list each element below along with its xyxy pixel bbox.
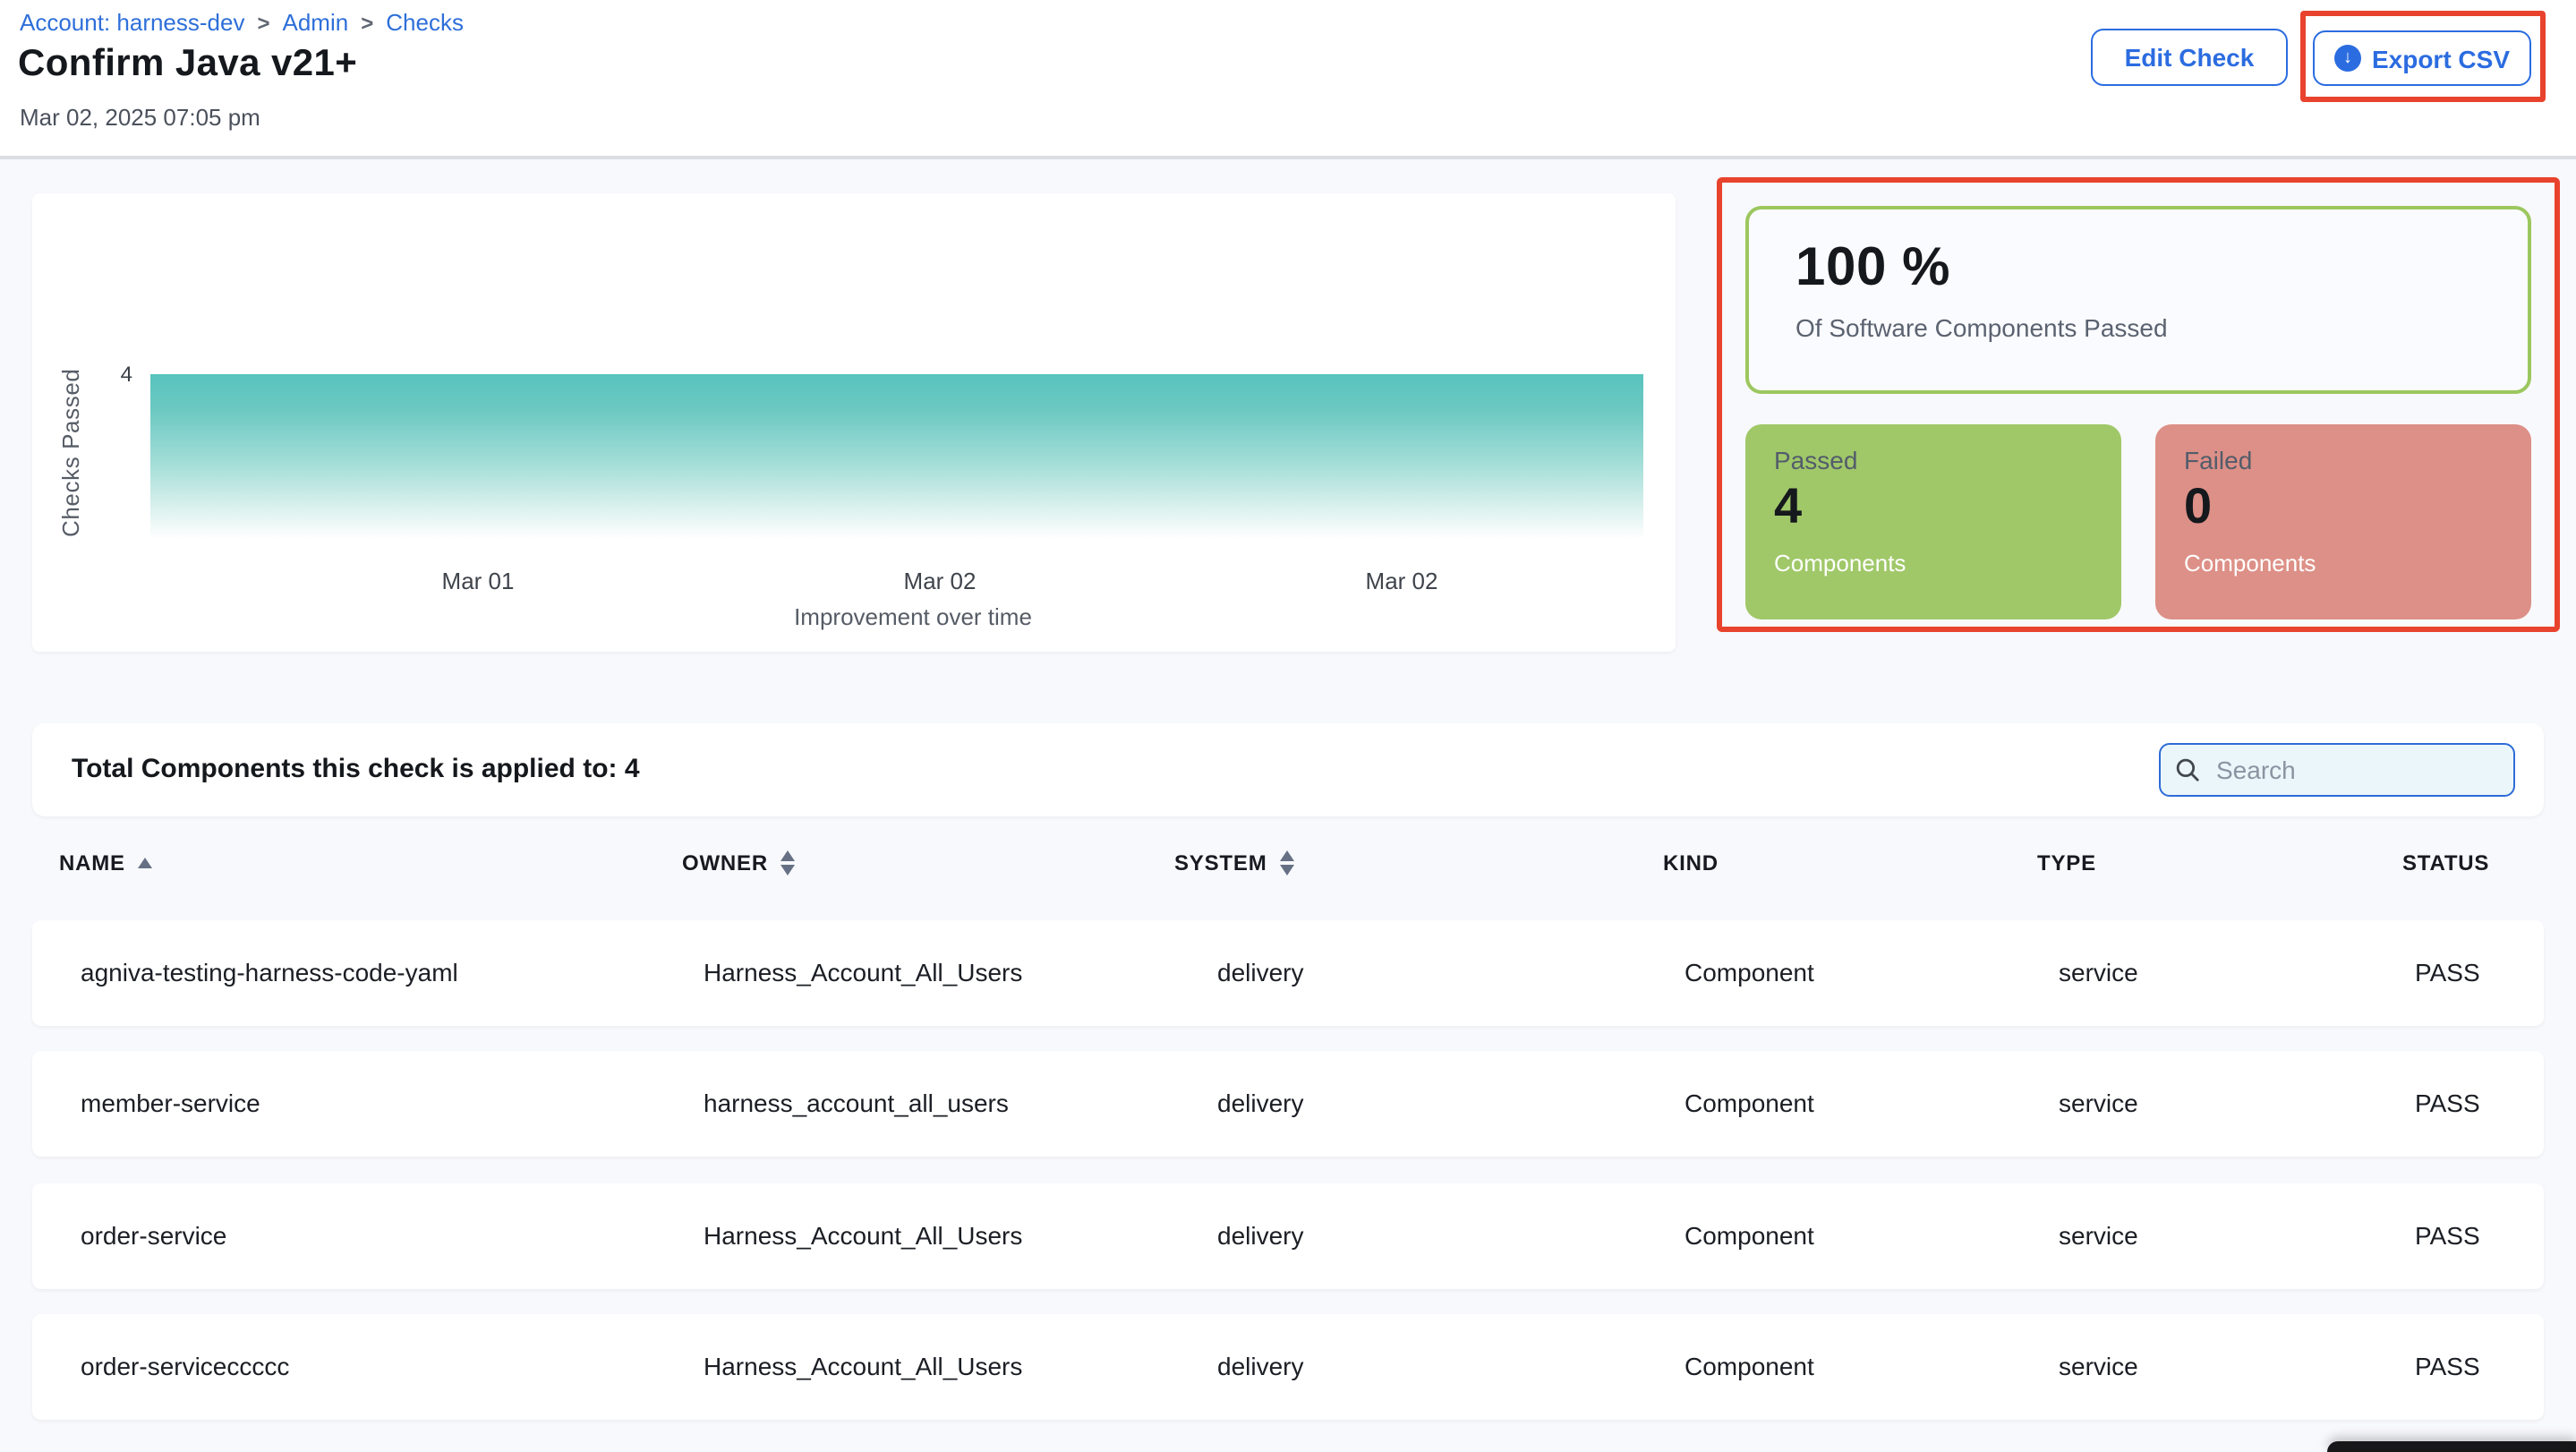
search-input-wrap[interactable] [2159, 743, 2515, 797]
header-divider [0, 156, 2576, 159]
percent-passed-card: 100 % Of Software Components Passed [1745, 206, 2531, 394]
total-components-label: Total Components this check is applied t… [72, 723, 640, 816]
chart-x-tick: Mar 02 [859, 568, 1020, 594]
export-csv-label: Export CSV [2372, 44, 2510, 73]
table-row[interactable]: agniva-testing-harness-code-yaml Harness… [32, 920, 2544, 1026]
row-type: service [2059, 1051, 2138, 1157]
row-system: delivery [1217, 920, 1304, 1026]
row-status: PASS [2415, 1314, 2480, 1420]
search-icon [2175, 757, 2200, 782]
chart-x-tick: Mar 01 [397, 568, 559, 594]
summary-panel: 100 % Of Software Components Passed Pass… [1717, 177, 2560, 632]
row-status: PASS [2415, 920, 2480, 1026]
row-name: agniva-testing-harness-code-yaml [81, 920, 458, 1026]
breadcrumb-account-link[interactable]: Account: harness-dev [20, 9, 244, 36]
column-header-owner[interactable]: OWNER [682, 850, 795, 875]
table-row[interactable]: order-serviceccccc Harness_Account_All_U… [32, 1314, 2544, 1420]
edit-check-label: Edit Check [2125, 43, 2255, 72]
percent-passed-value: 100 % [1796, 238, 2528, 299]
column-header-name[interactable]: NAME [59, 850, 152, 875]
column-header-owner-label: OWNER [682, 850, 768, 875]
table-header: NAME OWNER SYSTEM KIND TYPE STATUS [0, 850, 2576, 893]
failed-card: Failed 0 Components [2155, 424, 2531, 619]
row-kind: Component [1685, 920, 1814, 1026]
column-header-kind: KIND [1663, 850, 1719, 875]
chart-x-axis-label: Improvement over time [716, 603, 1110, 630]
export-csv-button[interactable]: ↓ Export CSV [2313, 30, 2531, 86]
column-header-name-label: NAME [59, 850, 125, 875]
row-owner: harness_account_all_users [704, 1051, 1009, 1157]
column-header-status: STATUS [2402, 850, 2489, 875]
failed-unit: Components [2184, 550, 2531, 577]
column-header-system-label: SYSTEM [1174, 850, 1267, 875]
passed-card: Passed 4 Components [1745, 424, 2121, 619]
row-status: PASS [2415, 1183, 2480, 1289]
total-components-bar: Total Components this check is applied t… [32, 723, 2544, 816]
percent-passed-caption: Of Software Components Passed [1796, 313, 2528, 342]
column-header-kind-label: KIND [1663, 850, 1719, 875]
chart-x-tick: Mar 02 [1321, 568, 1482, 594]
chart-y-tick: 4 [93, 362, 132, 387]
passed-label: Passed [1774, 446, 2121, 474]
breadcrumb-admin-link[interactable]: Admin [283, 9, 349, 36]
failed-count: 0 [2184, 480, 2531, 535]
breadcrumb-separator-icon: > [361, 11, 373, 36]
chart-y-axis-label: Checks Passed [57, 301, 86, 605]
row-kind: Component [1685, 1183, 1814, 1289]
sort-icon[interactable] [1280, 850, 1294, 875]
row-system: delivery [1217, 1183, 1304, 1289]
row-owner: Harness_Account_All_Users [704, 1183, 1022, 1289]
page-title: Confirm Java v21+ [18, 43, 357, 86]
chart-area-series [150, 374, 1643, 539]
page-header: Account: harness-dev > Admin > Checks Confir… [0, 0, 2576, 156]
failed-label: Failed [2184, 446, 2531, 474]
row-name: order-serviceccccc [81, 1314, 289, 1420]
bottom-right-widget[interactable] [2327, 1441, 2576, 1452]
breadcrumb: Account: harness-dev > Admin > Checks [20, 9, 464, 36]
table-row[interactable]: member-service harness_account_all_users… [32, 1051, 2544, 1157]
column-header-type-label: TYPE [2037, 850, 2096, 875]
row-type: service [2059, 920, 2138, 1026]
sort-icon[interactable] [780, 850, 795, 875]
sort-asc-icon[interactable] [138, 858, 152, 868]
checks-passed-chart: Checks Passed 4 Mar 01 Mar 02 Mar 02 Imp… [32, 193, 1676, 652]
column-header-system[interactable]: SYSTEM [1174, 850, 1294, 875]
column-header-type: TYPE [2037, 850, 2096, 875]
row-name: order-service [81, 1183, 226, 1289]
search-input[interactable] [2213, 754, 2481, 786]
edit-check-button[interactable]: Edit Check [2091, 29, 2288, 86]
row-kind: Component [1685, 1314, 1814, 1420]
row-status: PASS [2415, 1051, 2480, 1157]
row-name: member-service [81, 1051, 260, 1157]
passed-count: 4 [1774, 480, 2121, 535]
row-type: service [2059, 1183, 2138, 1289]
row-system: delivery [1217, 1314, 1304, 1420]
passed-unit: Components [1774, 550, 2121, 577]
table-row[interactable]: order-service Harness_Account_All_Users … [32, 1183, 2544, 1289]
row-system: delivery [1217, 1051, 1304, 1157]
column-header-status-label: STATUS [2402, 850, 2489, 875]
row-type: service [2059, 1314, 2138, 1420]
breadcrumb-checks-link[interactable]: Checks [386, 9, 464, 36]
download-icon: ↓ [2334, 45, 2361, 72]
row-owner: Harness_Account_All_Users [704, 920, 1022, 1026]
row-owner: Harness_Account_All_Users [704, 1314, 1022, 1420]
page: Account: harness-dev > Admin > Checks Confir… [0, 0, 2576, 1452]
check-timestamp: Mar 02, 2025 07:05 pm [20, 104, 260, 131]
breadcrumb-separator-icon: > [257, 11, 269, 36]
row-kind: Component [1685, 1051, 1814, 1157]
